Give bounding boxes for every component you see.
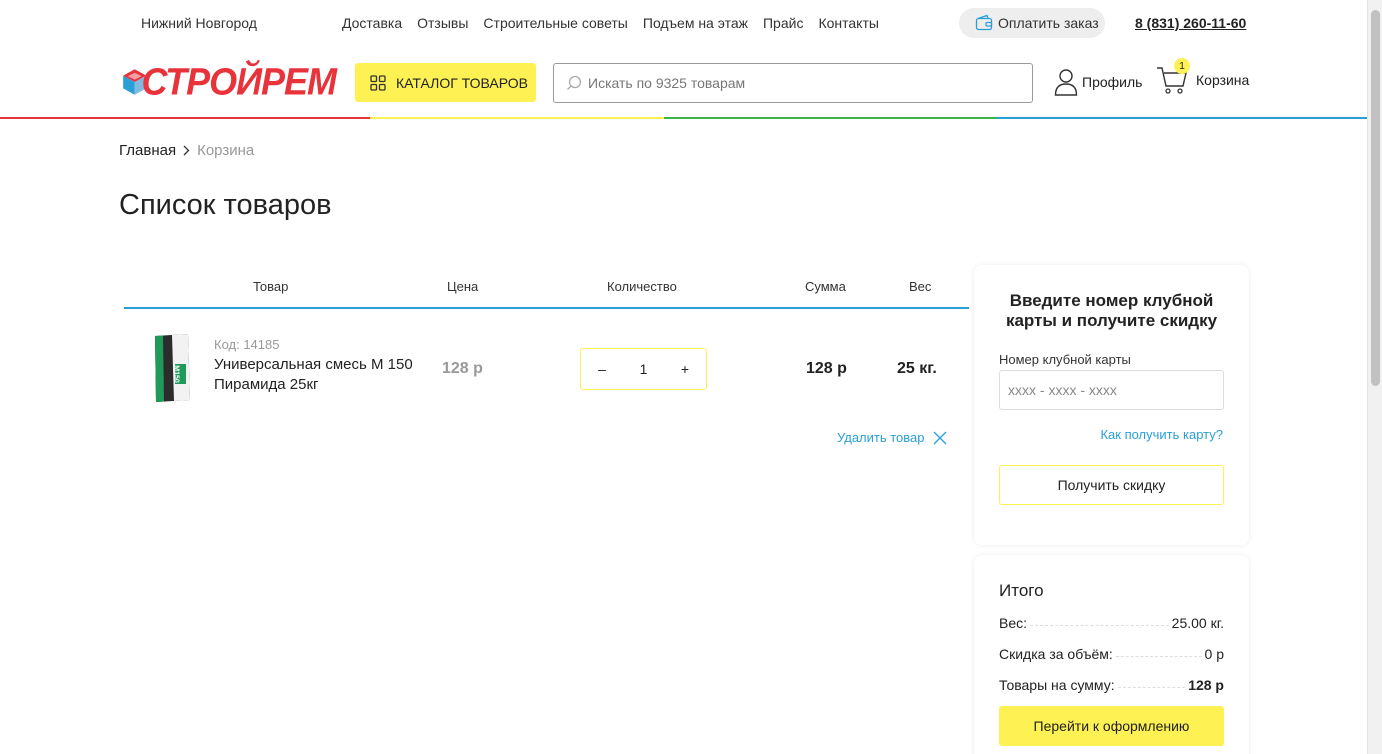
total-discount-line: Скидка за объём: 0 р xyxy=(999,646,1224,662)
close-icon xyxy=(933,431,946,444)
nav-reviews[interactable]: Отзывы xyxy=(417,15,468,31)
nav-contacts[interactable]: Контакты xyxy=(818,15,878,31)
top-nav: Доставка Отзывы Строительные советы Подъ… xyxy=(342,15,879,31)
col-product: Товар xyxy=(253,279,289,294)
product-name[interactable]: Универсальная смесь М 150 Пирамида 25кг xyxy=(214,355,414,395)
club-card-input[interactable] xyxy=(999,370,1224,410)
user-icon xyxy=(1054,69,1078,96)
breadcrumb-current: Корзина xyxy=(197,142,255,159)
total-discount-label: Скидка за объём: xyxy=(999,646,1113,662)
top-bar: Нижний Новгород Доставка Отзывы Строител… xyxy=(0,0,1367,46)
col-price: Цена xyxy=(447,279,479,294)
wallet-icon xyxy=(975,14,993,31)
profile-label: Профиль xyxy=(1082,74,1143,90)
total-weight-label: Вес: xyxy=(999,615,1028,631)
total-sum-line: Товары на сумму: 128 р xyxy=(999,677,1224,693)
qty-value[interactable]: 1 xyxy=(640,361,648,377)
quantity-stepper: – 1 + xyxy=(580,348,707,390)
search-icon xyxy=(567,75,582,90)
catalog-label: КАТАЛОГ ТОВАРОВ xyxy=(396,74,528,91)
qty-increase-button[interactable]: + xyxy=(679,361,691,377)
svg-text:M150: M150 xyxy=(173,365,180,383)
total-title: Итого xyxy=(999,581,1044,600)
cart-label: Корзина xyxy=(1196,72,1250,88)
qty-decrease-button[interactable]: – xyxy=(596,361,608,377)
total-discount-value: 0 р xyxy=(1204,646,1224,662)
product-sum: 128 р xyxy=(806,360,847,377)
breadcrumb-home[interactable]: Главная xyxy=(119,142,176,159)
remove-item-label: Удалить товар xyxy=(837,430,925,445)
total-weight-value: 25.00 кг. xyxy=(1171,615,1224,631)
cart-count-badge: 1 xyxy=(1174,58,1190,74)
catalog-button[interactable]: КАТАЛОГ ТОВАРОВ xyxy=(355,63,536,102)
nav-delivery[interactable]: Доставка xyxy=(342,15,402,31)
breadcrumb: Главная Корзина xyxy=(119,142,254,159)
how-to-get-card-link[interactable]: Как получить карту? xyxy=(1100,427,1223,442)
search-box xyxy=(553,63,1033,103)
header-divider-green xyxy=(664,117,997,119)
logo-text: СТРОЙРЕМ xyxy=(141,59,337,103)
scrollbar-thumb[interactable] xyxy=(1371,10,1380,386)
product-weight: 25 кг. xyxy=(897,360,937,377)
grid-icon xyxy=(370,74,386,91)
col-sum: Сумма xyxy=(805,279,846,294)
col-weight: Вес xyxy=(909,279,932,294)
header-divider-yellow xyxy=(370,117,664,119)
total-weight-line: Вес: 25.00 кг. xyxy=(999,615,1224,631)
product-image[interactable]: M150 xyxy=(148,332,194,404)
pay-order-button[interactable]: Оплатить заказ xyxy=(959,8,1105,38)
order-total-panel: Итого Вес: 25.00 кг. Скидка за объём: 0 р … xyxy=(974,555,1249,754)
nav-tips[interactable]: Строительные советы xyxy=(483,15,627,31)
page-title: Список товаров xyxy=(119,189,332,221)
total-sum-value: 128 р xyxy=(1188,677,1224,693)
club-card-panel: Введите номер клубной карты и получите с… xyxy=(974,265,1249,545)
profile-link[interactable]: Профиль xyxy=(1054,68,1142,96)
city-selector[interactable]: Нижний Новгород xyxy=(141,15,257,31)
search-input[interactable] xyxy=(588,75,1008,91)
chevron-right-icon xyxy=(183,145,190,156)
remove-item-button[interactable]: Удалить товар xyxy=(837,430,947,445)
site-logo[interactable]: СТРОЙРЕМ xyxy=(122,58,337,106)
nav-price[interactable]: Прайс xyxy=(763,15,803,31)
get-discount-button[interactable]: Получить скидку xyxy=(999,465,1224,505)
checkout-button[interactable]: Перейти к оформлению xyxy=(999,706,1224,746)
header-divider-red xyxy=(0,117,370,119)
product-code: Код: 14185 xyxy=(214,337,280,352)
nav-lifting[interactable]: Подъем на этаж xyxy=(643,15,748,31)
header-divider-blue xyxy=(997,117,1367,119)
cart-link[interactable]: 1 Корзина xyxy=(1156,58,1250,96)
table-header: Товар Цена Количество Сумма Вес xyxy=(124,278,969,309)
col-qty: Количество xyxy=(607,279,677,294)
page-scrollbar[interactable] xyxy=(1367,0,1382,754)
total-sum-label: Товары на сумму: xyxy=(999,677,1115,693)
club-card-title: Введите номер клубной карты и получите с… xyxy=(1005,291,1218,330)
pay-order-label: Оплатить заказ xyxy=(998,15,1099,31)
club-card-field-label: Номер клубной карты xyxy=(999,352,1131,367)
phone-link[interactable]: 8 (831) 260-11-60 xyxy=(1135,15,1246,31)
product-price: 128 р xyxy=(442,360,483,377)
